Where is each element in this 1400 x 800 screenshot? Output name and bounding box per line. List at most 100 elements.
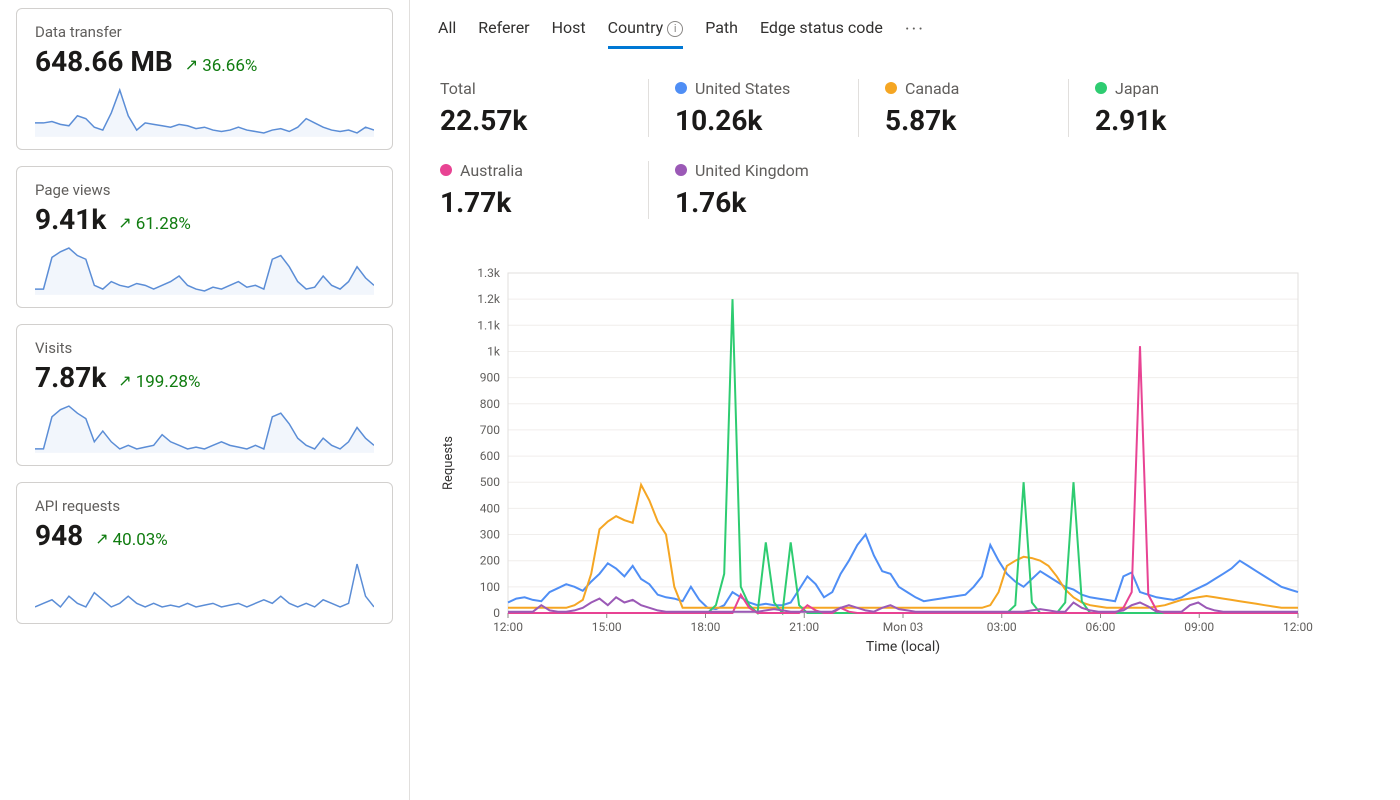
svg-text:1.3k: 1.3k [477,266,501,280]
tab-country[interactable]: Countryi [608,18,684,49]
delta-value: 199.28% [136,372,201,392]
stat-label: Japan [1115,79,1159,98]
stat-label-row: Canada [885,79,1042,98]
svg-text:800: 800 [480,396,500,410]
arrow-up-icon: ↗ [185,55,198,74]
stat-label: Total [440,79,476,98]
stat-label-row: Total [440,79,622,98]
country-stats: Total 22.57k United States 10.26k Canada 5.87… [438,79,1372,243]
card-value-row: 648.66 MB ↗ 36.66% [35,45,374,78]
delta-value: 36.66% [202,56,257,76]
tabs: All Referer Host Countryi Path Edge status co… [438,18,1372,57]
delta-value: 40.03% [113,530,168,550]
svg-text:100: 100 [480,579,500,593]
card-value: 648.66 MB [35,45,173,78]
svg-text:03:00: 03:00 [987,620,1017,634]
arrow-up-icon: ↗ [118,371,131,390]
delta: ↗ 36.66% [185,56,258,76]
card-label: Visits [35,339,374,357]
card-label: Data transfer [35,23,374,41]
svg-text:18:00: 18:00 [691,620,721,634]
stat-label: United States [695,79,790,98]
card-value-row: 7.87k ↗ 199.28% [35,361,374,394]
card-api-requests[interactable]: API requests 948 ↗ 40.03% [16,482,393,624]
legend-dot-icon [1095,82,1107,94]
stat-value: 1.76k [675,186,832,219]
stat-label: Australia [460,161,523,180]
stat-value: 22.57k [440,104,622,137]
svg-text:0: 0 [493,606,500,620]
info-icon[interactable]: i [667,21,683,37]
stat-value: 2.91k [1095,104,1252,137]
series-united-states [508,534,1298,609]
card-label: API requests [35,497,374,515]
legend-dot-icon [440,164,452,176]
delta: ↗ 199.28% [118,372,200,392]
svg-text:12:00: 12:00 [493,620,523,634]
card-value: 948 [35,519,83,552]
sparkline [35,82,374,137]
stat-value: 5.87k [885,104,1042,137]
sidebar: Data transfer 648.66 MB ↗ 36.66% Page vi… [0,0,410,800]
svg-text:Requests: Requests [441,435,456,489]
svg-text:1.1k: 1.1k [477,318,501,332]
tab-host[interactable]: Host [552,18,586,48]
legend-dot-icon [675,82,687,94]
svg-text:Time (local): Time (local) [866,639,940,655]
more-icon[interactable]: ··· [905,19,925,48]
tab-edge-status-code[interactable]: Edge status code [760,18,883,48]
delta: ↗ 61.28% [118,214,191,234]
svg-text:500: 500 [480,475,500,489]
tab-referer[interactable]: Referer [478,18,529,48]
stat-total[interactable]: Total 22.57k [438,79,648,137]
stat-label-row: United Kingdom [675,161,832,180]
card-data-transfer[interactable]: Data transfer 648.66 MB ↗ 36.66% [16,8,393,150]
delta-value: 61.28% [136,214,191,234]
sparkline [35,398,374,453]
stat-united-kingdom[interactable]: United Kingdom 1.76k [648,161,858,219]
legend-dot-icon [885,82,897,94]
card-label: Page views [35,181,374,199]
stat-australia[interactable]: Australia 1.77k [438,161,648,219]
card-value-row: 9.41k ↗ 61.28% [35,203,374,236]
svg-text:300: 300 [480,527,500,541]
svg-text:12:00: 12:00 [1283,620,1313,634]
svg-text:600: 600 [480,449,500,463]
svg-text:200: 200 [480,553,500,567]
stat-japan[interactable]: Japan 2.91k [1068,79,1278,137]
main: All Referer Host Countryi Path Edge status co… [410,0,1400,800]
svg-text:15:00: 15:00 [592,620,622,634]
svg-text:700: 700 [480,422,500,436]
svg-text:Mon 03: Mon 03 [883,620,923,634]
stat-label: United Kingdom [695,161,809,180]
card-value: 9.41k [35,203,106,236]
stat-value: 1.77k [440,186,622,219]
arrow-up-icon: ↗ [118,213,131,232]
svg-text:21:00: 21:00 [789,620,819,634]
svg-text:06:00: 06:00 [1086,620,1116,634]
stat-canada[interactable]: Canada 5.87k [858,79,1068,137]
svg-text:09:00: 09:00 [1184,620,1214,634]
chart-wrap: 01002003004005006007008009001k1.1k1.2k1.… [438,263,1372,667]
card-visits[interactable]: Visits 7.87k ↗ 199.28% [16,324,393,466]
stat-united-states[interactable]: United States 10.26k [648,79,858,137]
stat-label: Canada [905,79,959,98]
svg-text:1k: 1k [487,344,501,358]
svg-text:400: 400 [480,501,500,515]
stat-label-row: United States [675,79,832,98]
card-value-row: 948 ↗ 40.03% [35,519,374,552]
requests-chart: 01002003004005006007008009001k1.1k1.2k1.… [438,263,1318,663]
tab-all[interactable]: All [438,18,456,48]
sparkline [35,240,374,295]
stat-label-row: Australia [440,161,622,180]
delta: ↗ 40.03% [95,530,168,550]
arrow-up-icon: ↗ [95,529,108,548]
card-value: 7.87k [35,361,106,394]
svg-text:900: 900 [480,370,500,384]
stat-label-row: Japan [1095,79,1252,98]
tab-path[interactable]: Path [705,18,738,48]
stat-value: 10.26k [675,104,832,137]
series-united-kingdom [508,597,1298,611]
card-page-views[interactable]: Page views 9.41k ↗ 61.28% [16,166,393,308]
sparkline [35,556,374,611]
